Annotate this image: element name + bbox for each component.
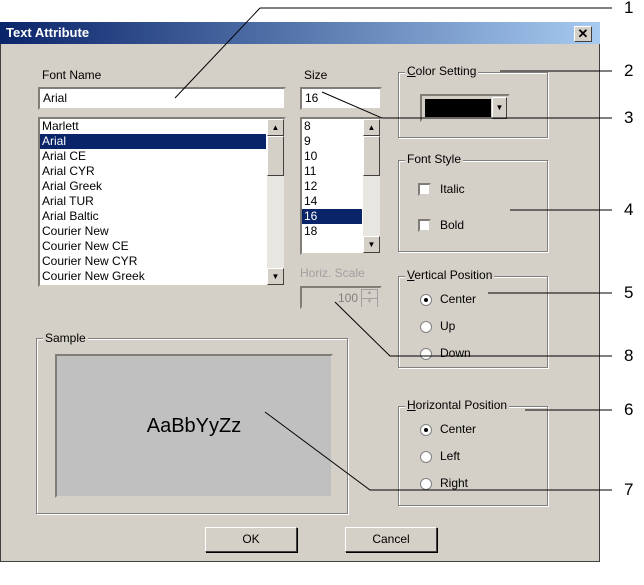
callout-line-7 — [264, 411, 612, 491]
callout-lines — [174, 7, 612, 491]
callout-number: 1 — [624, 0, 634, 17]
callout-line-8 — [334, 301, 612, 357]
callout-number: 3 — [624, 108, 634, 127]
callout-number: 5 — [624, 283, 634, 302]
callout-line-3 — [321, 91, 612, 119]
callout-number: 4 — [624, 200, 634, 219]
callout-number: 8 — [624, 346, 634, 365]
callout-line-1 — [174, 7, 261, 99]
callout-number: 2 — [624, 61, 634, 80]
callout-number: 6 — [624, 400, 634, 419]
callout-number: 7 — [624, 480, 634, 499]
